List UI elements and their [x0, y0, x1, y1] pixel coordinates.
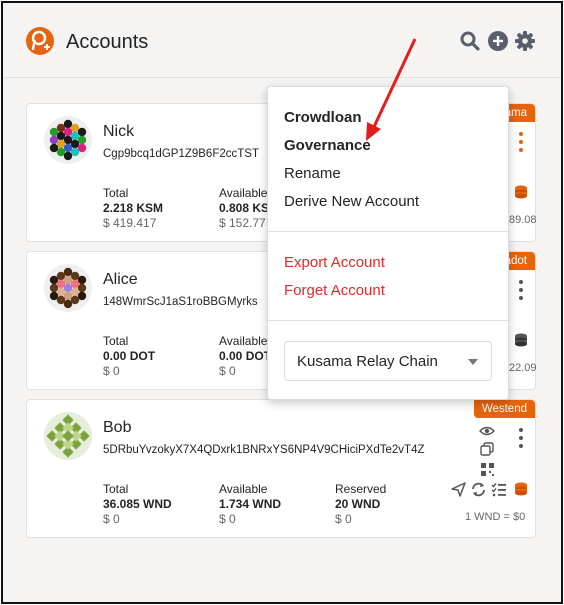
identicon-avatar [44, 264, 92, 312]
balance-label: Total [103, 186, 129, 200]
balance-value: 0.00 DOT [219, 349, 272, 363]
balance-fiat: $ 0 [103, 364, 120, 378]
balance-label: Reserved [335, 482, 387, 496]
account-menu-kebab[interactable] [518, 280, 524, 304]
task-list-icon[interactable] [491, 482, 507, 502]
balance-label: Available [219, 482, 268, 496]
account-menu-kebab[interactable] [518, 428, 524, 452]
identicon-avatar [44, 116, 92, 164]
menu-divider [268, 320, 508, 321]
balance-fiat: $ 0 [219, 512, 236, 526]
eye-icon[interactable] [479, 424, 495, 442]
account-name[interactable]: Nick [103, 123, 134, 141]
balance-value: 20 WND [335, 497, 381, 511]
annotation-arrow-icon [366, 38, 417, 141]
balance-label: Total [103, 482, 129, 496]
balance-value: 2.218 KSM [103, 201, 164, 215]
coins-stack-icon[interactable] [513, 332, 529, 353]
balance-label: Available [219, 334, 268, 348]
settings-gear-icon[interactable] [514, 30, 536, 52]
polkadot-logo-icon [26, 27, 54, 55]
account-card-bob: Bob 5DRbuYvzokyX7X4QDxrk1BNRxYS6NP4V9CHi… [26, 399, 536, 538]
send-icon[interactable] [451, 482, 466, 502]
extension-popup: Accounts Nick Cgp9bcq1dGP1Z9B6F2ccTST am… [1, 1, 563, 604]
balance-fiat: $ 419.417 [103, 216, 157, 230]
menu-item-rename[interactable]: Rename [284, 165, 341, 182]
identicon-avatar [44, 412, 92, 460]
exchange-rate: 1 WND = $0 [465, 511, 526, 523]
search-icon[interactable] [459, 30, 481, 52]
balance-label: Available [219, 186, 268, 200]
menu-item-forget-account[interactable]: Forget Account [284, 282, 385, 299]
coins-stack-icon[interactable] [513, 184, 529, 205]
header: Accounts [3, 3, 561, 78]
exchange-rate: 22.09 [509, 362, 537, 374]
account-address[interactable]: 5DRbuYvzokyX7X4QDxrk1BNRxYS6NP4V9CHiciPX… [103, 444, 424, 456]
coins-stack-icon[interactable] [513, 481, 529, 502]
balance-value: 1.734 WND [219, 497, 282, 511]
chain-badge: Westend [473, 400, 535, 418]
exchange-rate: 89.08 [509, 214, 537, 226]
page-title: Accounts [66, 31, 149, 53]
balance-label: Total [103, 334, 129, 348]
balance-fiat: $ 152.77 [219, 216, 266, 230]
swap-icon[interactable] [471, 482, 486, 502]
copy-icon[interactable] [480, 442, 494, 461]
add-account-icon[interactable] [487, 30, 509, 52]
account-name[interactable]: Alice [103, 271, 138, 289]
balance-fiat: $ 0 [219, 364, 236, 378]
chain-select-value: Kusama Relay Chain [297, 353, 438, 370]
menu-item-derive-new-account[interactable]: Derive New Account [284, 193, 419, 210]
account-name[interactable]: Bob [103, 419, 131, 437]
qr-code-icon[interactable] [481, 463, 494, 481]
menu-item-export-account[interactable]: Export Account [284, 254, 385, 271]
balance-value: 0.00 DOT [103, 349, 156, 363]
balance-value: 36.085 WND [103, 497, 172, 511]
balance-fiat: $ 0 [335, 512, 352, 526]
account-menu-kebab[interactable] [518, 132, 524, 156]
account-address[interactable]: 148WmrScJ1aS1roBBGMyrks [103, 296, 258, 308]
balance-value: 0.808 KS [219, 201, 270, 215]
menu-divider [268, 231, 508, 232]
chain-select[interactable]: Kusama Relay Chain [284, 341, 492, 381]
balance-fiat: $ 0 [103, 512, 120, 526]
chevron-down-icon [468, 359, 478, 365]
menu-item-crowdloan[interactable]: Crowdloan [284, 109, 362, 126]
account-address[interactable]: Cgp9bcq1dGP1Z9B6F2ccTST [103, 148, 259, 160]
